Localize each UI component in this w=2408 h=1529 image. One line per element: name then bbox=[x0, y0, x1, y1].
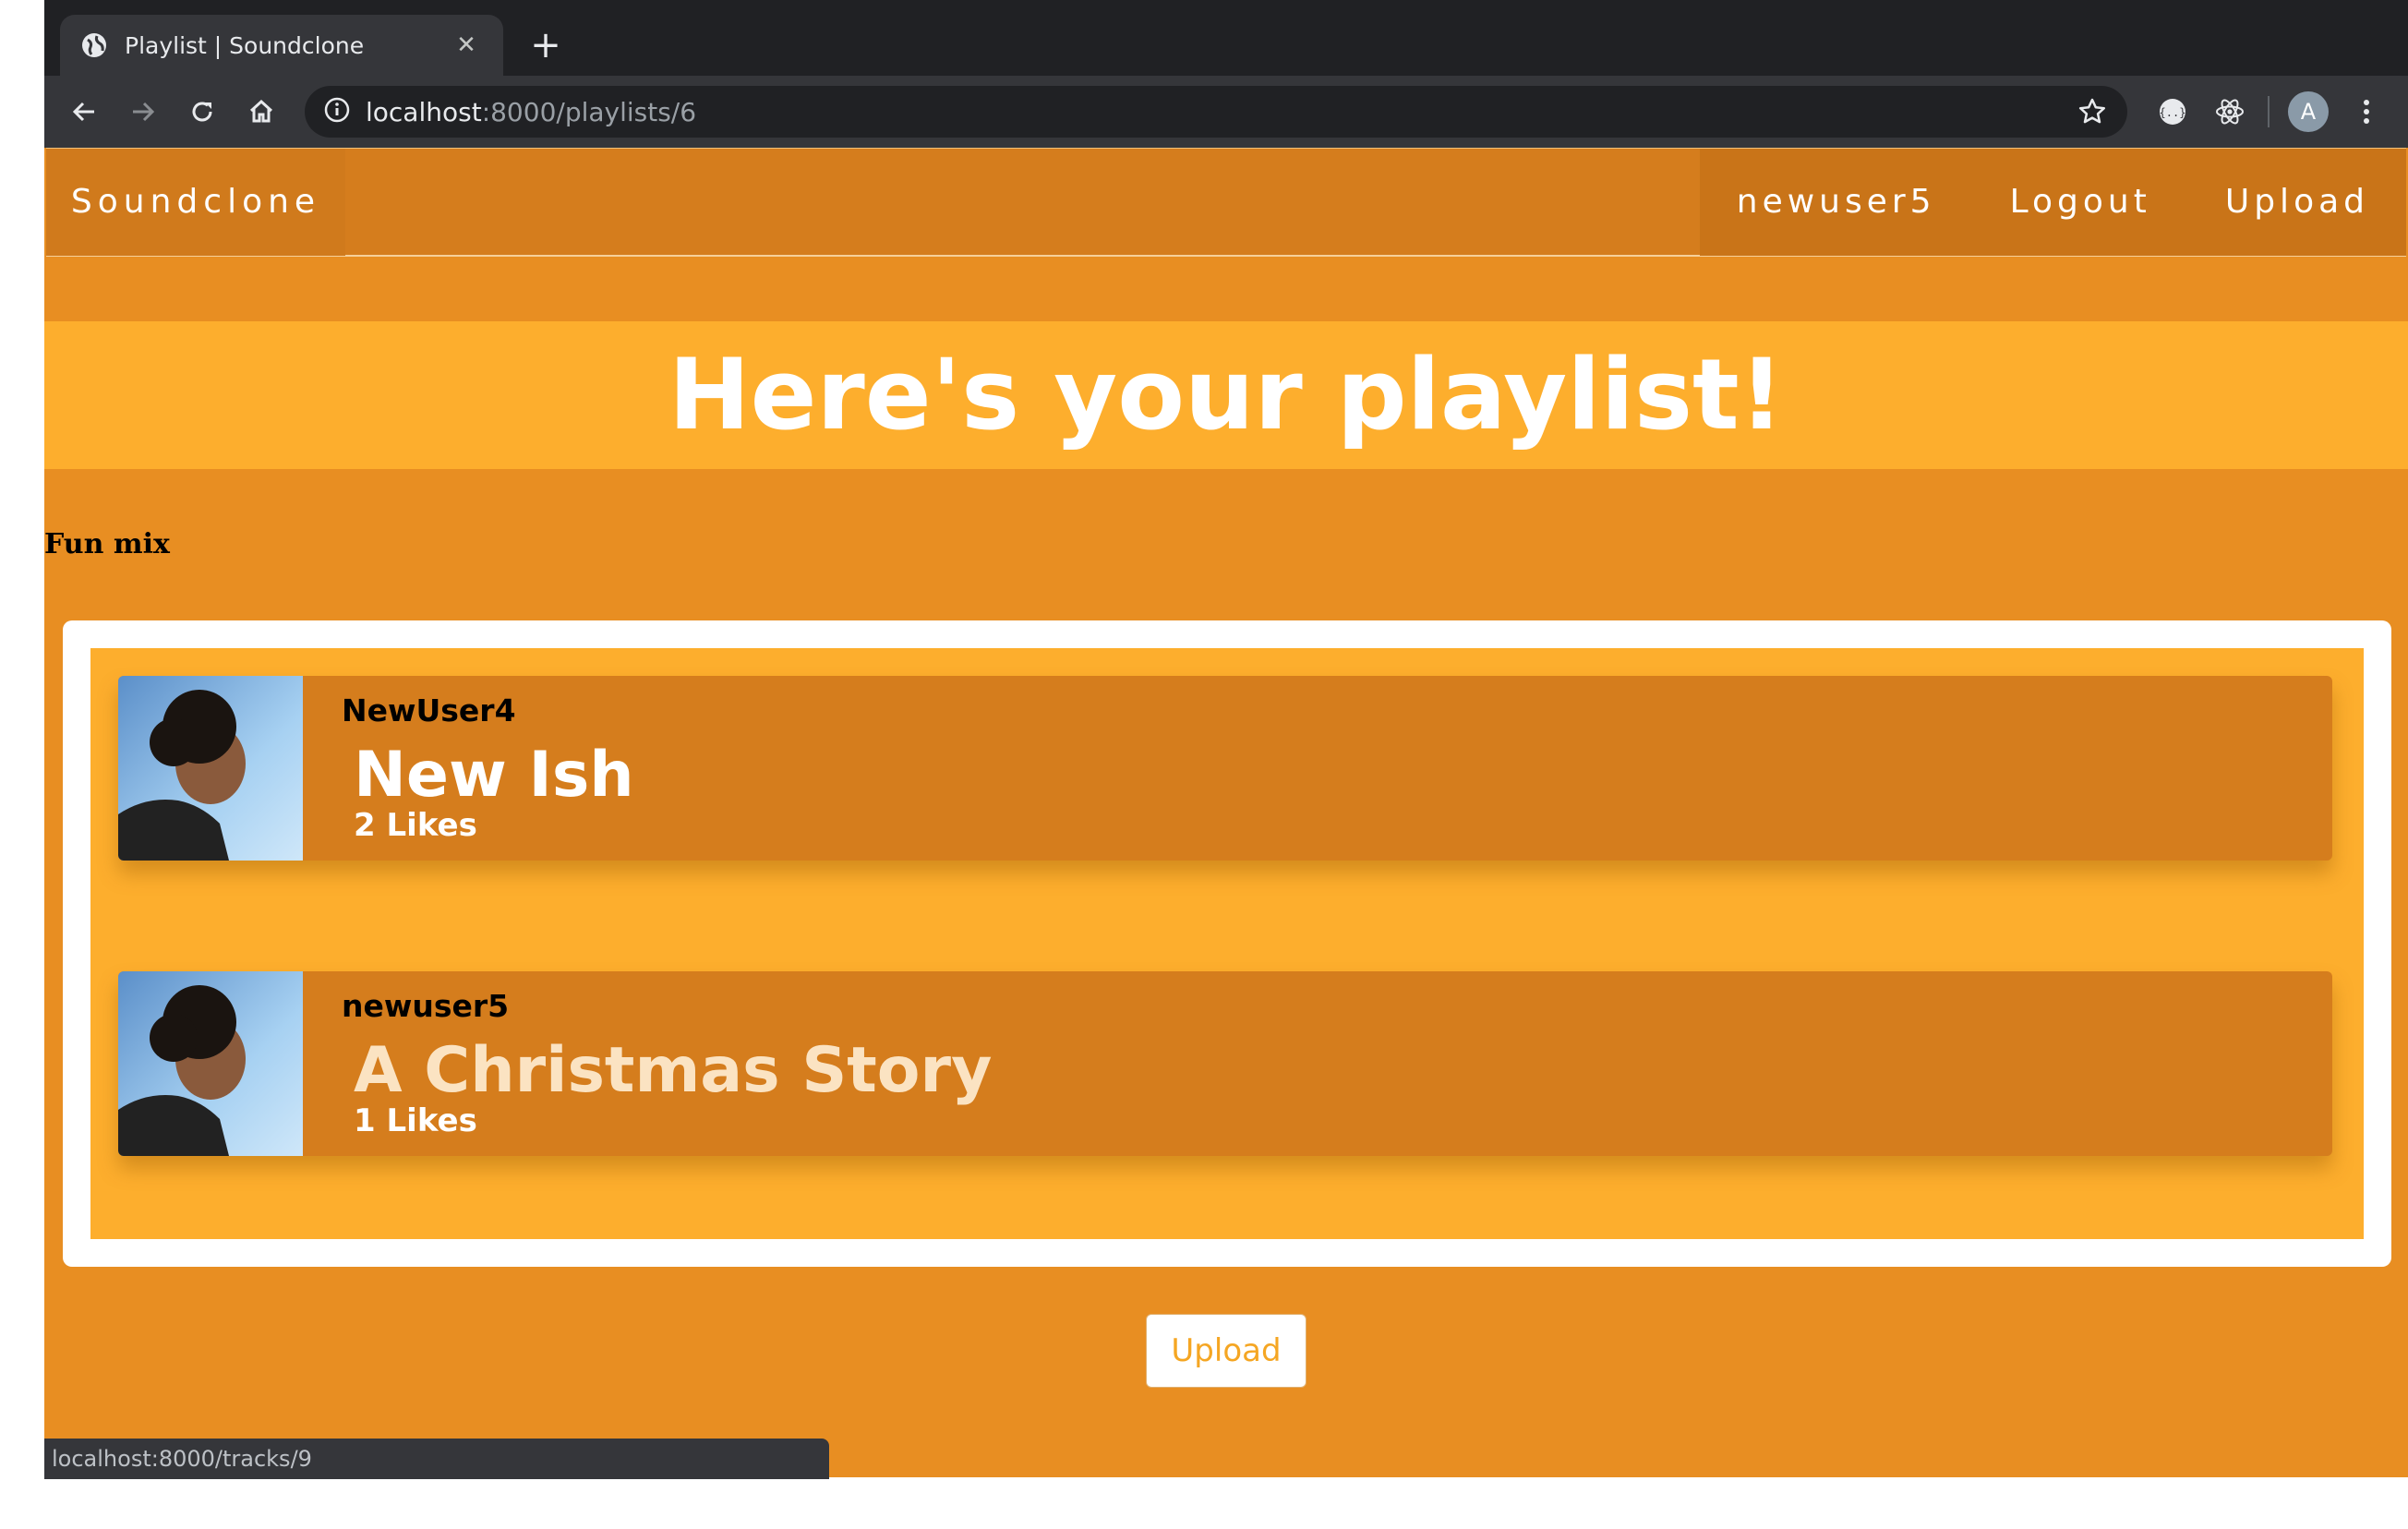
extension-icon[interactable]: {..} bbox=[2151, 90, 2194, 133]
page: Soundclone newuser5 Logout Upload Here's… bbox=[44, 148, 2408, 1477]
track-uploader[interactable]: NewUser4 bbox=[342, 692, 516, 728]
status-bar-url: localhost:8000/tracks/9 bbox=[44, 1439, 829, 1479]
track-list: NewUser4 New Ish 2 Likes newuser5 A Chri… bbox=[90, 648, 2364, 1239]
back-arrow-icon[interactable] bbox=[59, 87, 109, 137]
site-navbar: Soundclone newuser5 Logout Upload bbox=[46, 148, 2406, 257]
track-card[interactable]: NewUser4 New Ish 2 Likes bbox=[118, 676, 2332, 861]
nav-user-link[interactable]: newuser5 bbox=[1700, 149, 1973, 256]
address-bar[interactable]: localhost:8000/playlists/6 bbox=[305, 86, 2127, 138]
home-icon[interactable] bbox=[236, 87, 286, 137]
track-artwork[interactable] bbox=[118, 971, 303, 1156]
track-artwork[interactable] bbox=[118, 676, 303, 861]
globe-icon bbox=[80, 31, 108, 59]
react-devtools-icon[interactable] bbox=[2209, 90, 2251, 133]
browser-tab[interactable]: Playlist | Soundclone ✕ bbox=[60, 15, 503, 76]
nav-upload-link[interactable]: Upload bbox=[2188, 149, 2406, 256]
info-icon[interactable] bbox=[323, 96, 351, 127]
reload-icon[interactable] bbox=[177, 87, 227, 137]
svg-text:{..}: {..} bbox=[2160, 106, 2186, 119]
tab-title: Playlist | Soundclone bbox=[125, 31, 365, 59]
browser-window: Playlist | Soundclone ✕ + localhost:8000… bbox=[44, 0, 2408, 148]
profile-avatar[interactable]: A bbox=[2288, 91, 2329, 132]
tab-strip: Playlist | Soundclone ✕ + bbox=[44, 0, 2408, 76]
bookmark-star-icon[interactable] bbox=[2076, 95, 2109, 128]
track-card[interactable]: newuser5 A Christmas Story 1 Likes bbox=[118, 971, 2332, 1156]
nav-links: newuser5 Logout Upload bbox=[1699, 149, 2406, 256]
nav-logout-link[interactable]: Logout bbox=[1973, 149, 2188, 256]
toolbar-separator bbox=[2268, 96, 2270, 127]
kebab-menu-icon[interactable] bbox=[2345, 90, 2388, 133]
upload-button[interactable]: Upload bbox=[1146, 1314, 1306, 1388]
playlist-name: Fun mix bbox=[44, 528, 170, 560]
track-likes: 2 Likes bbox=[354, 807, 477, 844]
track-likes: 1 Likes bbox=[354, 1102, 477, 1139]
brand-link[interactable]: Soundclone bbox=[46, 149, 345, 256]
close-tab-icon[interactable]: ✕ bbox=[450, 31, 483, 59]
track-title[interactable]: New Ish bbox=[354, 739, 634, 812]
track-uploader[interactable]: newuser5 bbox=[342, 988, 509, 1024]
track-title[interactable]: A Christmas Story bbox=[354, 1034, 992, 1107]
page-title: Here's your playlist! bbox=[44, 321, 2408, 469]
playlist-panel: NewUser4 New Ish 2 Likes newuser5 A Chri… bbox=[63, 620, 2391, 1267]
url-text: localhost:8000/playlists/6 bbox=[366, 96, 697, 127]
browser-toolbar: localhost:8000/playlists/6 {..} A bbox=[44, 76, 2408, 148]
new-tab-button[interactable]: + bbox=[523, 22, 569, 68]
forward-arrow-icon[interactable] bbox=[118, 87, 168, 137]
